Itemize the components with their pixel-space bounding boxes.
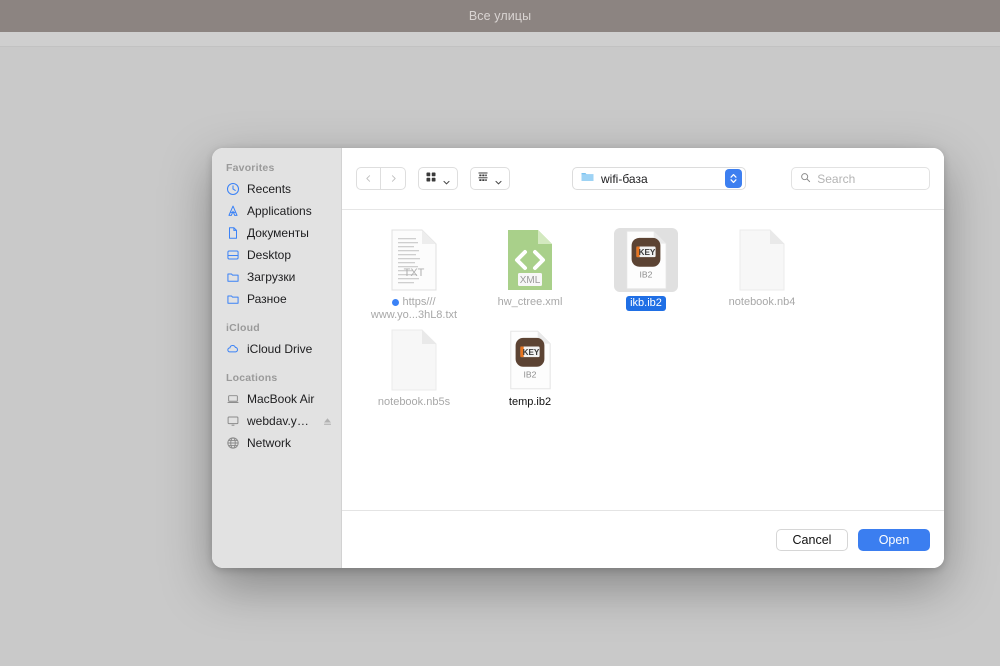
- ib2-key-file-icon: KEY IB2: [626, 230, 667, 290]
- search-input[interactable]: Search: [817, 172, 855, 186]
- sidebar-item-macbook-air[interactable]: MacBook Air: [212, 388, 341, 410]
- applications-icon: [226, 204, 240, 218]
- open-file-dialog: Favorites Recents Applications Документы: [212, 148, 944, 568]
- chevron-left-icon: [364, 170, 373, 188]
- sidebar-item-label: Network: [247, 436, 292, 450]
- file-item[interactable]: notebook.nb5s: [356, 326, 472, 426]
- display-icon: [226, 414, 240, 428]
- svg-text:KEY: KEY: [523, 348, 540, 357]
- sidebar-item-downloads[interactable]: Загрузки: [212, 266, 341, 288]
- file-icon-wrapper: KEY IB2: [614, 228, 678, 292]
- folder-icon: [580, 169, 595, 189]
- background-window-titlebar: Все улицы: [0, 0, 1000, 32]
- group-view-icon: [477, 170, 489, 188]
- file-item-selected[interactable]: KEY IB2 ikb.ib2: [588, 226, 704, 326]
- grid-view-icon: [425, 170, 437, 188]
- file-name: hw_ctree.xml: [497, 296, 563, 308]
- open-button[interactable]: Open: [858, 528, 930, 551]
- path-popup-label: wifi-база: [601, 171, 648, 186]
- file-icon-wrapper: [382, 328, 446, 392]
- svg-text:TXT: TXT: [404, 267, 425, 279]
- sidebar-item-label: webdav.yan...: [247, 414, 315, 428]
- sidebar-item-label: Документы: [247, 226, 309, 240]
- background-toolbar-band: [0, 32, 1000, 47]
- sidebar-item-label: Recents: [247, 182, 292, 196]
- file-icon-wrapper: XML: [498, 228, 562, 292]
- chevron-up-down-icon[interactable]: [725, 169, 743, 188]
- sidebar-group-locations: Locations MacBook Air webdav.yan... Netw…: [212, 372, 341, 454]
- sidebar-item-label: Загрузки: [247, 270, 296, 284]
- forward-button[interactable]: [381, 167, 406, 190]
- file-name: notebook.nb5s: [377, 396, 451, 408]
- text-file-icon: TXT: [391, 229, 437, 291]
- sidebar-item-webdav[interactable]: webdav.yan...: [212, 410, 341, 432]
- sidebar-group-icloud: iCloud iCloud Drive: [212, 322, 341, 360]
- sidebar-group-title: Favorites: [226, 162, 275, 174]
- sidebar-item-label: iCloud Drive: [247, 342, 313, 356]
- sidebar-item-desktop[interactable]: Desktop: [212, 244, 341, 266]
- sidebar-item-label: MacBook Air: [247, 392, 315, 406]
- svg-text:IB2: IB2: [640, 269, 653, 279]
- ib2-key-file-icon: KEY IB2: [510, 330, 551, 390]
- folder-icon: [226, 292, 240, 306]
- sidebar-item-documents[interactable]: Документы: [212, 222, 341, 244]
- cloud-icon: [226, 342, 240, 356]
- tag-dot-icon: [392, 298, 400, 306]
- icon-view-button[interactable]: [418, 167, 458, 190]
- background-window-title: Все улицы: [468, 9, 532, 23]
- svg-text:IB2: IB2: [524, 369, 537, 379]
- file-item[interactable]: KEY IB2 temp.ib2: [472, 326, 588, 426]
- file-name: https/// www.yo...3hL8.txt: [371, 296, 457, 322]
- sidebar-group-title: iCloud: [226, 322, 260, 334]
- sidebar-item-label: Разное: [247, 292, 287, 306]
- cancel-button[interactable]: Cancel: [776, 528, 848, 551]
- sidebar: Favorites Recents Applications Документы: [212, 148, 342, 568]
- sidebar-item-applications[interactable]: Applications: [212, 200, 341, 222]
- sidebar-group-title: Locations: [226, 372, 278, 384]
- group-view-button[interactable]: [470, 167, 510, 190]
- path-popup-button[interactable]: wifi-база: [572, 167, 747, 190]
- file-item[interactable]: TXT https/// www.yo...3hL8.txt: [356, 226, 472, 326]
- file-icon-wrapper: KEY IB2: [498, 328, 562, 392]
- eject-icon[interactable]: [322, 416, 333, 427]
- dialog-content-pane: wifi-база Search TXT https/// www.yo...3…: [342, 148, 944, 568]
- back-button[interactable]: [356, 167, 381, 190]
- file-name: temp.ib2: [508, 396, 552, 408]
- file-item[interactable]: XML hw_ctree.xml: [472, 226, 588, 326]
- dialog-toolbar: wifi-база Search: [342, 148, 944, 210]
- sidebar-item-label: Applications: [247, 204, 312, 218]
- clock-icon: [226, 182, 240, 196]
- dialog-footer: Cancel Open: [342, 510, 944, 568]
- svg-text:KEY: KEY: [639, 248, 656, 257]
- search-field[interactable]: Search: [791, 167, 930, 190]
- sidebar-item-label: Desktop: [247, 248, 292, 262]
- globe-icon: [226, 436, 240, 450]
- document-icon: [226, 226, 240, 240]
- xml-file-icon: XML: [508, 230, 552, 290]
- chevron-right-icon: [389, 170, 398, 188]
- chevron-down-icon: [442, 174, 451, 185]
- file-name: ikb.ib2: [626, 296, 666, 311]
- file-name: notebook.nb4: [728, 296, 796, 308]
- sidebar-item-recents[interactable]: Recents: [212, 178, 341, 200]
- laptop-icon: [226, 392, 240, 406]
- svg-text:XML: XML: [520, 275, 541, 286]
- file-icon-wrapper: [730, 228, 794, 292]
- sidebar-item-network[interactable]: Network: [212, 432, 341, 454]
- file-item[interactable]: notebook.nb4: [704, 226, 820, 326]
- chevron-down-icon: [494, 174, 503, 185]
- sidebar-item-icloud-drive[interactable]: iCloud Drive: [212, 338, 341, 360]
- search-icon: [800, 170, 811, 188]
- desktop-icon: [226, 248, 240, 262]
- sidebar-group-favorites: Favorites Recents Applications Документы: [212, 162, 341, 310]
- blank-file-icon: [391, 329, 437, 391]
- file-name-line1: https///: [402, 296, 436, 308]
- folder-icon: [226, 270, 240, 284]
- sidebar-item-misc[interactable]: Разное: [212, 288, 341, 310]
- file-icon-wrapper: TXT: [382, 228, 446, 292]
- file-name-line2: www.yo...3hL8.txt: [370, 309, 458, 321]
- navigation-buttons: [356, 167, 406, 190]
- file-grid: TXT https/// www.yo...3hL8.txt XML hw_ct…: [342, 210, 944, 510]
- blank-file-icon: [739, 229, 785, 291]
